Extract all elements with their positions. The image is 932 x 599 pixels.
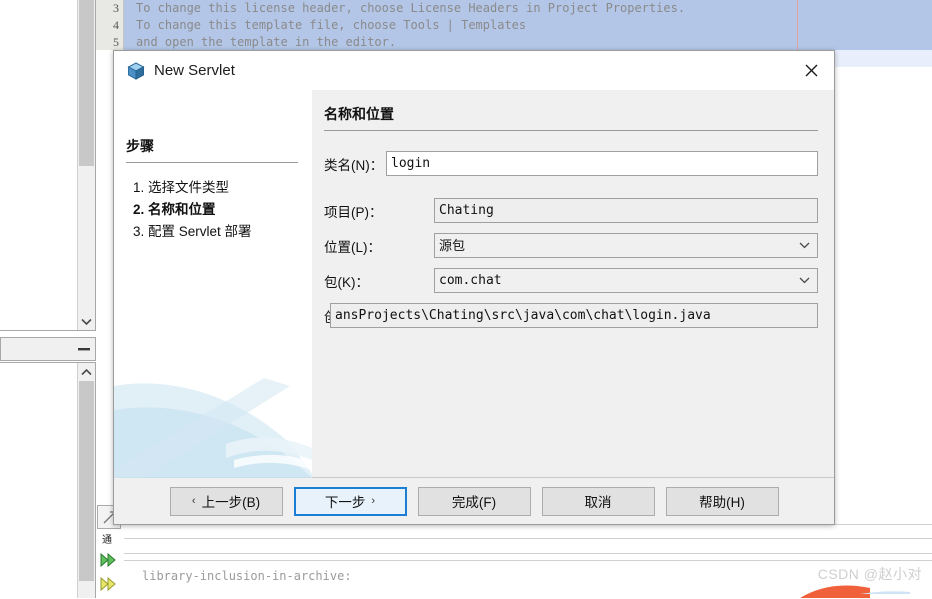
code-line: To change this template file, choose Too… — [136, 18, 527, 32]
scrollbar-thumb[interactable] — [79, 0, 94, 166]
gutter-line-number: 5 — [113, 35, 119, 49]
dialog-body: 步骤 选择文件类型 名称和位置 配置 Servlet 部署 名称和位置 类名(N… — [114, 90, 834, 478]
next-button[interactable]: 下一步 › — [293, 486, 407, 516]
left-window-divider-bar[interactable] — [0, 337, 96, 361]
steps-content: 步骤 选择文件类型 名称和位置 配置 Servlet 部署 — [114, 90, 312, 243]
chevron-right-icon: › — [371, 495, 376, 507]
chevron-down-icon[interactable] — [799, 234, 810, 257]
created-file-input: ansProjects\Chating\src\java\com\chat\lo… — [330, 303, 818, 328]
package-label: 包(K)： — [324, 274, 369, 290]
steps-list: 选择文件类型 名称和位置 配置 Servlet 部署 — [126, 177, 312, 243]
finish-button-label: 完成(F) — [451, 495, 497, 510]
content-pane: 名称和位置 类名(N)： login 项目(P)： Chating 位置(L)：… — [312, 90, 834, 478]
left-window-bottom-scrollbar[interactable] — [77, 363, 95, 598]
package-value: com.chat — [439, 273, 502, 288]
editor-right-margin-line — [797, 0, 798, 50]
editor-selected-code[interactable]: To change this license header, choose Li… — [124, 0, 932, 50]
new-servlet-dialog: New Servlet 步骤 选择文件 — [113, 50, 835, 525]
steps-pane: 步骤 选择文件类型 名称和位置 配置 Servlet 部署 — [114, 90, 312, 478]
next-button-label: 下一步 — [324, 495, 366, 510]
csdn-watermark: CSDN @赵小对 — [817, 566, 922, 582]
location-combobox[interactable]: 源包 — [434, 233, 818, 258]
chevron-down-icon[interactable] — [799, 269, 810, 292]
content-divider — [324, 130, 818, 131]
close-icon[interactable] — [789, 51, 834, 90]
chevron-up-icon[interactable] — [78, 363, 95, 380]
location-row: 位置(L)： 源包 — [324, 233, 818, 258]
content-heading: 名称和位置 — [324, 106, 394, 122]
location-value: 源包 — [439, 238, 466, 253]
help-button-label: 帮助(H) — [699, 495, 745, 510]
left-window-top-scrollbar[interactable] — [77, 0, 95, 330]
back-button[interactable]: ‹ 上一步(B) — [169, 486, 283, 516]
dialog-titlebar[interactable]: New Servlet — [114, 51, 834, 91]
help-button[interactable]: 帮助(H) — [665, 486, 779, 516]
output-divider — [124, 538, 932, 539]
watermark-arc-icon — [790, 582, 910, 598]
project-label: 项目(P)： — [324, 204, 383, 220]
play-yellow-icon[interactable] — [97, 572, 119, 596]
minimize-icon[interactable] — [76, 342, 92, 357]
left-window-top[interactable] — [0, 0, 96, 331]
steps-divider — [126, 162, 298, 163]
output-tab-label[interactable]: 通 — [100, 527, 114, 549]
step-item-2[interactable]: 名称和位置 — [148, 199, 312, 221]
cube-icon — [126, 61, 146, 81]
code-line: To change this license header, choose Li… — [136, 1, 686, 15]
class-name-label: 类名(N)： — [324, 157, 384, 173]
left-dock-column — [0, 0, 96, 598]
output-line: library-inclusion-in-archive: — [142, 569, 352, 583]
scrollbar-thumb[interactable] — [79, 381, 94, 581]
package-row: 包(K)： com.chat — [324, 268, 818, 293]
created-file-row: 创建的文件(C)： ansProjects\Chating\src\java\c… — [324, 303, 818, 328]
play-green-icon[interactable] — [97, 548, 119, 572]
chevron-down-icon[interactable] — [78, 313, 95, 330]
back-button-label: 上一步(B) — [201, 495, 261, 510]
class-name-input[interactable]: login — [386, 151, 818, 176]
chevron-left-icon: ‹ — [191, 495, 196, 507]
code-line: and open the template in the editor. — [136, 35, 397, 49]
finish-button[interactable]: 完成(F) — [417, 486, 531, 516]
dialog-title: New Servlet — [154, 62, 235, 79]
step-item-1[interactable]: 选择文件类型 — [148, 177, 312, 199]
project-input: Chating — [434, 198, 818, 223]
cancel-button[interactable]: 取消 — [541, 486, 655, 516]
project-row: 项目(P)： Chating — [324, 198, 818, 223]
run-actions — [97, 548, 119, 596]
package-combobox[interactable]: com.chat — [434, 268, 818, 293]
cancel-button-label: 取消 — [584, 495, 612, 510]
class-name-row: 类名(N)： login — [324, 151, 818, 176]
dialog-footer: ‹ 上一步(B) 下一步 › 完成(F) 取消 帮助(H) — [114, 477, 834, 524]
gutter-line-number: 4 — [113, 18, 119, 32]
steps-heading: 步骤 — [126, 138, 154, 154]
gutter-line-number: 3 — [113, 1, 119, 15]
output-divider — [124, 553, 932, 554]
step-item-3[interactable]: 配置 Servlet 部署 — [148, 221, 312, 243]
editor-gutter: 3 4 5 — [96, 0, 124, 50]
left-window-bottom[interactable] — [0, 362, 96, 598]
decorative-swoosh-graphic — [114, 348, 312, 478]
location-label: 位置(L)： — [324, 239, 381, 255]
